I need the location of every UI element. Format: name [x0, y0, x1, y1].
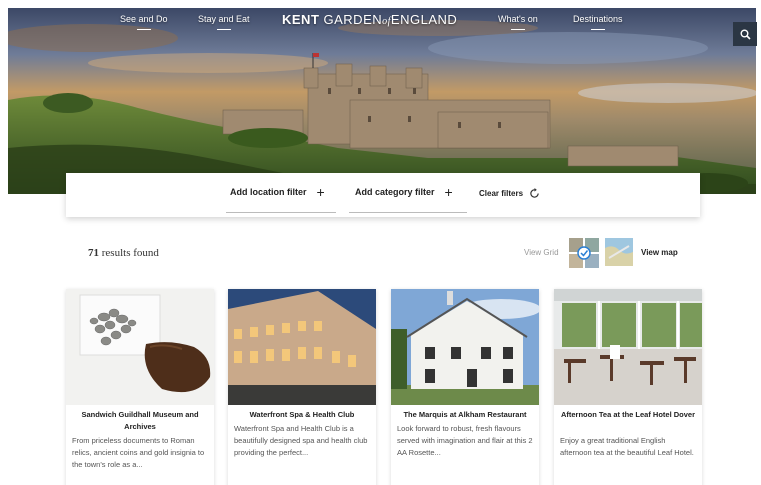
logo-garden: GARDEN	[323, 12, 383, 27]
plus-icon: +	[316, 183, 325, 200]
card-title[interactable]: The Marquis at Alkham Restaurant	[395, 409, 535, 421]
nav-underline	[216, 29, 231, 30]
nav-underline	[510, 29, 525, 30]
nav-underline	[590, 29, 605, 30]
category-filter-underline	[349, 212, 467, 213]
results-count-number: 71	[88, 247, 99, 259]
search-button[interactable]	[733, 22, 757, 46]
nav-whats-on[interactable]: What's on	[498, 14, 538, 30]
nav-stay-and-eat[interactable]: Stay and Eat	[198, 14, 250, 30]
nav-stay-and-eat-label: Stay and Eat	[198, 14, 250, 24]
clear-filters-button[interactable]: Clear filters	[479, 188, 540, 199]
card-image-marquis-alkham	[391, 289, 539, 405]
results-count-suffix: results found	[101, 247, 159, 259]
nav-see-and-do[interactable]: See and Do	[120, 14, 168, 30]
clear-filters-label: Clear filters	[479, 189, 524, 198]
filter-bar: Add location filter + Add category filte…	[66, 173, 700, 217]
add-category-filter[interactable]: Add category filter +	[355, 183, 453, 200]
grid-view-icon[interactable]	[569, 238, 599, 268]
logo-kent: KENT	[282, 12, 320, 27]
nav-underline	[136, 29, 151, 30]
card-title[interactable]: Waterfront Spa & Health Club	[232, 409, 372, 421]
card-description: Waterfront Spa and Health Club is a beau…	[234, 424, 368, 457]
search-icon	[740, 29, 751, 40]
view-grid-link[interactable]: View Grid	[524, 248, 559, 257]
location-filter-underline	[226, 212, 336, 213]
card-image-leaf-hotel	[554, 289, 702, 405]
logo-of: of	[382, 16, 391, 27]
card-description: Look forward to robust, fresh flavours s…	[397, 424, 533, 457]
nav-see-and-do-label: See and Do	[120, 14, 168, 24]
hero-banner: See and Do Stay and Eat KENT GARDENofENG…	[8, 8, 756, 194]
add-location-filter[interactable]: Add location filter +	[230, 183, 325, 200]
result-card[interactable]: Waterfront Spa & Health Club Waterfront …	[228, 289, 376, 485]
results-count: 71 results found	[88, 247, 159, 259]
nav-whats-on-label: What's on	[498, 14, 538, 24]
refresh-icon	[530, 188, 539, 198]
nav-destinations[interactable]: Destinations	[573, 14, 623, 30]
kent-logo[interactable]: KENT GARDENofENGLAND	[282, 12, 457, 27]
map-view-icon[interactable]	[605, 238, 633, 266]
logo-england: ENGLAND	[390, 12, 458, 27]
plus-icon: +	[444, 183, 453, 200]
card-description: Enjoy a great traditional English aftern…	[560, 436, 694, 457]
add-location-filter-label: Add location filter	[230, 187, 307, 197]
result-card[interactable]: The Marquis at Alkham Restaurant Look fo…	[391, 289, 539, 485]
card-description: From priceless documents to Roman relics…	[72, 436, 205, 469]
nav-destinations-label: Destinations	[573, 14, 623, 24]
result-card[interactable]: Afternoon Tea at the Leaf Hotel Dover En…	[554, 289, 702, 485]
card-title[interactable]: Afternoon Tea at the Leaf Hotel Dover	[558, 409, 698, 421]
castle-hero-image	[8, 8, 756, 194]
card-image-guildhall	[66, 289, 214, 405]
add-category-filter-label: Add category filter	[355, 187, 435, 197]
view-map-link[interactable]: View map	[641, 248, 678, 257]
result-card[interactable]: Sandwich Guildhall Museum and Archives F…	[66, 289, 214, 485]
card-title[interactable]: Sandwich Guildhall Museum and Archives	[70, 409, 210, 433]
card-image-waterfront-spa	[228, 289, 376, 405]
